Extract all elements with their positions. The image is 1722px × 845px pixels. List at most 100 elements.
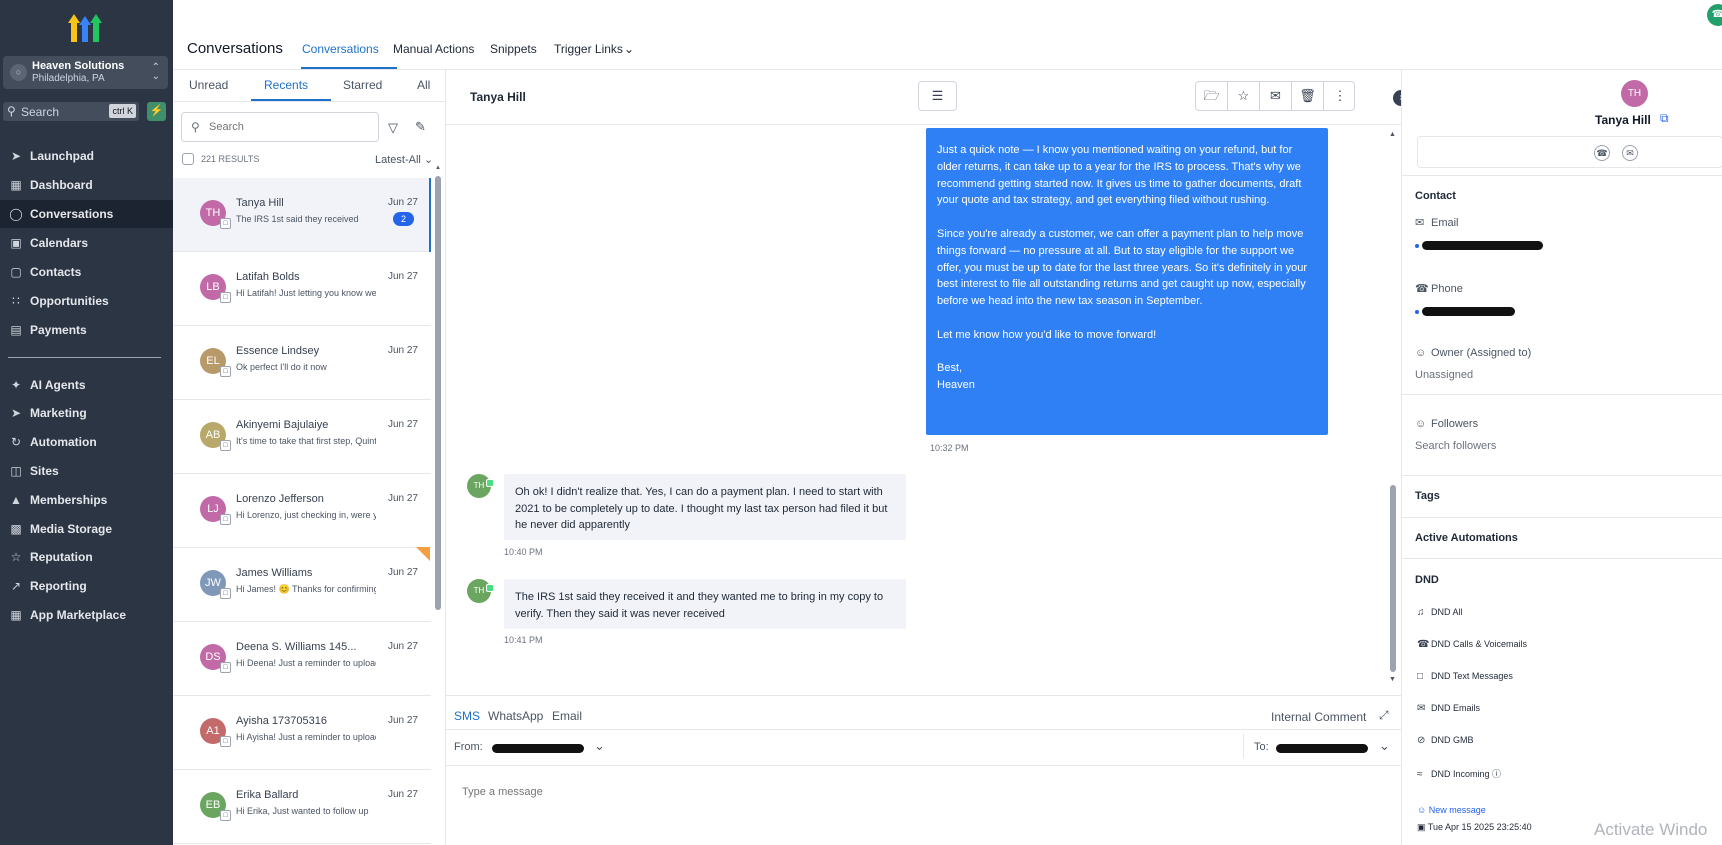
trash-icon[interactable]: 🗑 [1292,82,1324,110]
redacted-phone[interactable] [1422,307,1515,316]
sidebar-item-contacts[interactable]: ▢ Contacts [0,258,173,286]
tab-conversations[interactable]: Conversations [302,42,379,56]
sort-select[interactable]: Latest-All ⌄ [375,153,433,166]
mail-open-icon[interactable]: ✉ [1260,82,1292,110]
dnd-incoming-toggle[interactable]: ≈ DND Incoming ⓘ [1417,767,1501,780]
collapse-icon[interactable]: ⤢ [1379,708,1389,723]
chat-icon: ◯ [9,207,23,221]
scroll-up-arrow-icon[interactable]: ▲ [1389,131,1396,138]
dnd-text-toggle[interactable]: □ DND Text Messages [1417,671,1513,682]
conversation-search-input[interactable] [209,119,369,135]
quick-actions-bolt-icon[interactable]: ⚡ [147,102,166,121]
info-icon[interactable]: ⓘ [1492,769,1501,779]
list-item[interactable]: AB □ Akinyemi Bajulaiye Jun 27 It's time… [173,400,431,474]
star-icon[interactable]: ☆ [1228,82,1260,110]
tab-email[interactable]: Email [552,709,582,723]
internal-comment-toggle[interactable]: Internal Comment [1271,710,1366,724]
sidebar-item-memberships[interactable]: ▲ Memberships [0,486,173,514]
message-time: 10:32 PM [930,443,969,453]
tab-trigger-links[interactable]: Trigger Links [554,42,623,56]
sms-channel-icon: □ [220,588,231,599]
filter-all[interactable]: All [417,78,430,92]
list-scrollbar[interactable] [435,176,441,610]
tab-whatsapp[interactable]: WhatsApp [488,709,543,723]
account-switcher[interactable]: ○ Heaven Solutions Philadelphia, PA ⌃ ⌄ [3,56,168,89]
filter-unread[interactable]: Unread [189,78,228,92]
message-date: Jun 27 [387,345,418,356]
external-link-icon[interactable]: ⧉ [1660,111,1669,126]
filter-starred[interactable]: Starred [343,78,382,92]
sidebar-item-label: Marketing [30,406,87,420]
calendar-icon: ▣ [10,236,22,250]
sidebar-item-opportunities[interactable]: ∷ Opportunities [0,287,173,315]
new-message-link[interactable]: ☺ New message [1417,805,1486,815]
sidebar-item-reputation[interactable]: ☆ Reputation [0,543,173,571]
list-item[interactable]: JW □ James Williams Jun 27 Hi James! 😊 T… [173,548,431,622]
dnd-gmb-toggle[interactable]: ⊘ DND GMB [1417,735,1474,746]
message-input[interactable] [462,782,1362,802]
sidebar-item-automation[interactable]: ↻ Automation [0,428,173,456]
signal-off-icon: ≈ [1417,769,1423,780]
scroll-down-arrow-icon[interactable]: ▼ [1389,676,1396,683]
sidebar-item-label: Reputation [30,550,93,564]
dnd-calls-toggle[interactable]: ☎ DND Calls & Voicemails [1417,639,1527,650]
section-active-automations[interactable]: Active Automations [1415,532,1518,544]
redacted-email[interactable] [1422,241,1543,250]
followers-search[interactable]: Search followers [1415,440,1496,452]
tab-snippets[interactable]: Snippets [490,42,537,56]
chat-scrollbar[interactable] [1390,485,1396,672]
dnd-all-toggle[interactable]: ♫ DND All [1417,607,1463,618]
sidebar-item-sites[interactable]: ◫ Sites [0,457,173,485]
message-preview: The IRS 1st said they received it and th… [236,214,361,224]
sidebar-item-payments[interactable]: ▤ Payments [0,316,173,344]
sidebar-item-app-marketplace[interactable]: ▦ App Marketplace [0,601,173,629]
conversation-search[interactable]: ⚲ [181,112,379,142]
page-title: Conversations [187,40,283,57]
filter-recents[interactable]: Recents [264,78,308,92]
compose-icon[interactable]: ✎ [415,119,426,135]
scroll-up-arrow-icon[interactable]: ▲ [435,165,441,171]
list-item[interactable]: DS □ Deena S. Williams 145... Jun 27 Hi … [173,622,431,696]
chevron-down-icon[interactable]: ⌄ [1379,738,1390,754]
sidebar-item-calendars[interactable]: ▣ Calendars [0,229,173,257]
trend-icon: ↗ [10,579,22,593]
select-all-checkbox[interactable] [182,153,194,165]
list-item[interactable]: EL □ Essence Lindsey Jun 27 Ok perfect I… [173,326,431,400]
sidebar-item-conversations[interactable]: ◯ Conversations [0,200,173,228]
folder-icon[interactable]: 🗁 [1196,82,1228,110]
sidebar-item-marketing[interactable]: ➤ Marketing [0,399,173,427]
phone-status-icon[interactable]: ☎ [1707,4,1722,26]
sort-value: Latest-All [375,154,421,166]
tab-manual-actions[interactable]: Manual Actions [393,42,474,56]
dnd-emails-toggle[interactable]: ✉ DND Emails [1417,703,1480,714]
sidebar-item-reporting[interactable]: ↗ Reporting [0,572,173,600]
owner-value[interactable]: Unassigned [1415,369,1473,381]
filter-icon[interactable]: ▽ [388,120,398,136]
chevron-down-icon[interactable]: ⌄ [594,738,605,754]
selected-indicator [429,178,431,252]
location-pin-icon: ○ [10,64,27,81]
chat-filter-icon[interactable]: ☰ [918,81,957,111]
sidebar-item-media-storage[interactable]: ▩ Media Storage [0,515,173,543]
phone-icon[interactable]: ☎ [1594,145,1610,161]
list-item[interactable]: LB □ Latifah Bolds Jun 27 Hi Latifah! Ju… [173,252,431,326]
list-item[interactable]: TH □ Tanya Hill Jun 27 The IRS 1st said … [173,178,431,252]
receipt-icon: ▤ [10,323,22,337]
tab-sms[interactable]: SMS [454,709,480,723]
sidebar-search[interactable]: ⚲ Search ctrl K [3,102,139,121]
chevron-down-icon[interactable]: ⌄ [624,42,634,56]
list-item[interactable]: EB □ Erika Ballard Jun 27 Hi Erika, Just… [173,770,431,844]
sidebar-item-launchpad[interactable]: ➤ Launchpad [0,142,173,170]
mail-icon[interactable]: ✉ [1622,145,1638,161]
memberships-icon: ▲ [10,493,22,507]
sms-channel-icon: □ [220,514,231,525]
conversation-list-pane: Unread Recents Starred All ⚲ ▽ ✎ 221 RES… [173,70,446,845]
list-item[interactable]: LJ □ Lorenzo Jefferson Jun 27 Hi Lorenzo… [173,474,431,548]
app-logo-icon[interactable] [68,10,102,42]
more-actions-icon[interactable]: ⋮ [1324,82,1356,110]
sidebar-item-ai-agents[interactable]: ✦ AI Agents [0,371,173,399]
sidebar-item-label: Conversations [30,207,114,221]
sidebar-item-dashboard[interactable]: ▦ Dashboard [0,171,173,199]
list-item[interactable]: A1 □ Ayisha 173705316 Jun 27 Hi Ayisha! … [173,696,431,770]
section-tags[interactable]: Tags [1415,490,1440,502]
